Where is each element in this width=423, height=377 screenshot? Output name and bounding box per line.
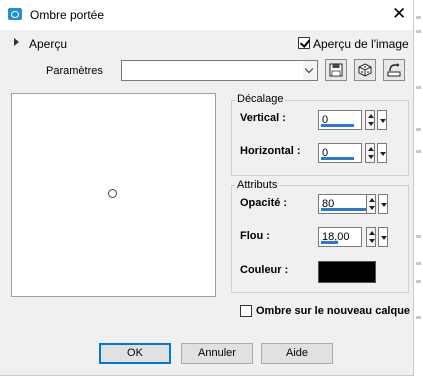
save-preset-icon bbox=[329, 63, 343, 77]
blur-dropdown-button[interactable] bbox=[378, 227, 388, 247]
background-strip bbox=[414, 0, 423, 377]
reset-icon bbox=[387, 63, 401, 77]
vertical-input[interactable]: 0 bbox=[318, 110, 362, 130]
chevron-down-icon[interactable] bbox=[303, 61, 317, 80]
preview-point bbox=[108, 189, 117, 198]
title-bar: Ombre portée ✕ bbox=[0, 0, 413, 30]
cancel-button[interactable]: Annuler bbox=[181, 343, 253, 364]
vertical-value-bar bbox=[321, 124, 354, 127]
horizontal-input[interactable]: 0 bbox=[318, 143, 362, 163]
save-preset-button[interactable] bbox=[325, 59, 347, 81]
horizontal-value-bar bbox=[321, 157, 354, 160]
vertical-label: Vertical : bbox=[240, 112, 286, 124]
attributes-group-title: Attributs bbox=[235, 179, 280, 191]
reset-button[interactable] bbox=[383, 59, 405, 81]
chevron-right-icon[interactable] bbox=[14, 38, 19, 46]
preview-canvas[interactable] bbox=[11, 93, 216, 297]
random-dice-icon bbox=[358, 63, 372, 77]
help-button[interactable]: Aide bbox=[261, 343, 333, 364]
color-label: Couleur : bbox=[240, 264, 289, 276]
presets-combo[interactable] bbox=[121, 60, 318, 81]
blur-label: Flou : bbox=[240, 230, 270, 242]
new-layer-checkbox[interactable] bbox=[240, 305, 252, 317]
app-icon bbox=[8, 8, 22, 20]
vertical-spinner[interactable] bbox=[365, 110, 375, 130]
preview-image-label[interactable]: Aperçu de l'image bbox=[313, 37, 409, 51]
ok-button[interactable]: OK bbox=[99, 343, 171, 364]
opacity-value-bar bbox=[321, 208, 372, 211]
new-layer-label[interactable]: Ombre sur le nouveau calque bbox=[256, 305, 410, 317]
preview-image-checkbox[interactable] bbox=[298, 37, 310, 49]
random-button[interactable] bbox=[354, 59, 376, 81]
horizontal-spinner[interactable] bbox=[365, 143, 375, 163]
window-title: Ombre portée bbox=[30, 8, 105, 22]
blur-spinner[interactable] bbox=[366, 227, 376, 247]
opacity-dropdown-button[interactable] bbox=[378, 194, 388, 214]
horizontal-label: Horizontal : bbox=[240, 145, 301, 157]
opacity-label: Opacité : bbox=[240, 197, 288, 209]
vertical-dropdown-button[interactable] bbox=[377, 110, 387, 130]
blur-input[interactable]: 18,00 bbox=[318, 227, 362, 247]
opacity-spinner[interactable] bbox=[366, 194, 376, 214]
blur-value-bar bbox=[321, 241, 338, 244]
horizontal-dropdown-button[interactable] bbox=[377, 143, 387, 163]
presets-label: Paramètres bbox=[46, 65, 103, 77]
offset-group-title: Décalage bbox=[235, 93, 286, 105]
close-icon[interactable]: ✕ bbox=[392, 4, 406, 24]
drop-shadow-dialog: Ombre portée ✕ Aperçu Aperçu de l'image … bbox=[0, 0, 414, 376]
preview-toggle-label[interactable]: Aperçu bbox=[29, 37, 67, 51]
shadow-color-swatch[interactable] bbox=[318, 261, 376, 283]
